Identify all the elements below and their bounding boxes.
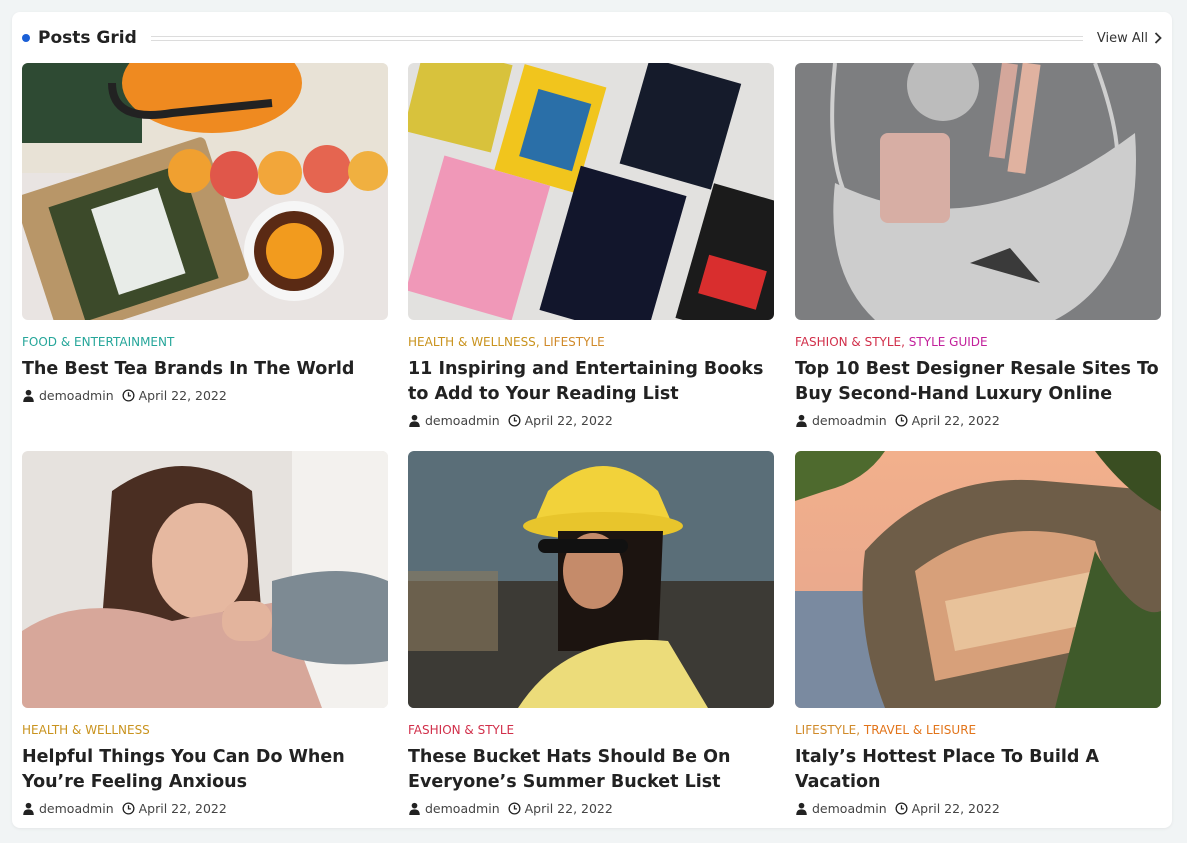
post-categories: HEALTH & WELLNESS [22, 723, 388, 739]
post-categories: FASHION & STYLE, STYLE GUIDE [795, 335, 1161, 351]
post-title[interactable]: Italy’s Hottest Place To Build A Vacatio… [795, 745, 1161, 795]
clock-icon [895, 802, 908, 815]
post-date[interactable]: April 22, 2022 [912, 413, 1000, 428]
books-flatlay-image [408, 63, 774, 320]
post-thumbnail[interactable] [795, 451, 1161, 708]
user-icon [23, 802, 34, 815]
post-categories: FASHION & STYLE [408, 723, 774, 739]
clock-icon [508, 802, 521, 815]
posts-grid-widget: Posts Grid View All FOOD & ENTERTAINMENT… [12, 12, 1172, 828]
post-card: FASHION & STYLE These Bucket Hats Should… [408, 451, 774, 816]
post-meta: demoadmin April 22, 2022 [408, 801, 774, 816]
category-link[interactable]: FASHION & STYLE [408, 723, 514, 737]
category-separator: , [901, 335, 909, 349]
post-meta: demoadmin April 22, 2022 [795, 801, 1161, 816]
post-author[interactable]: demoadmin [812, 801, 887, 816]
clock-icon [122, 802, 135, 815]
header-divider [150, 35, 1083, 41]
user-icon [409, 802, 420, 815]
category-link[interactable]: HEALTH & WELLNESS [408, 335, 536, 349]
anxious-woman-image [22, 451, 388, 708]
category-link[interactable]: TRAVEL & LEISURE [864, 723, 976, 737]
clock-icon [122, 389, 135, 402]
post-card: LIFESTYLE, TRAVEL & LEISURE Italy’s Hott… [795, 451, 1161, 816]
designer-handbag-image [795, 63, 1161, 320]
category-link[interactable]: FASHION & STYLE [795, 335, 901, 349]
post-author[interactable]: demoadmin [425, 413, 500, 428]
yellow-bucket-hat-image [408, 451, 774, 708]
clock-icon [895, 414, 908, 427]
user-icon [796, 802, 807, 815]
post-thumbnail[interactable] [408, 451, 774, 708]
category-link[interactable]: HEALTH & WELLNESS [22, 723, 150, 737]
post-date[interactable]: April 22, 2022 [912, 801, 1000, 816]
view-all-link[interactable]: View All [1097, 31, 1162, 46]
post-card: FASHION & STYLE, STYLE GUIDE Top 10 Best… [795, 63, 1161, 428]
view-all-label: View All [1096, 30, 1148, 46]
post-thumbnail[interactable] [22, 63, 388, 320]
category-link[interactable]: FOOD & ENTERTAINMENT [22, 335, 174, 349]
post-title[interactable]: 11 Inspiring and Entertaining Books to A… [408, 357, 774, 407]
post-author[interactable]: demoadmin [39, 388, 114, 403]
clock-icon [508, 414, 521, 427]
user-icon [796, 414, 807, 427]
post-meta: demoadmin April 22, 2022 [795, 413, 1161, 428]
post-date[interactable]: April 22, 2022 [525, 801, 613, 816]
category-link[interactable]: LIFESTYLE [795, 723, 856, 737]
post-meta: demoadmin April 22, 2022 [22, 801, 388, 816]
section-title: Posts Grid [38, 28, 137, 48]
section-header: Posts Grid View All [22, 26, 1162, 50]
post-thumbnail[interactable] [22, 451, 388, 708]
post-date[interactable]: April 22, 2022 [139, 801, 227, 816]
category-separator: , [856, 723, 864, 737]
post-title[interactable]: The Best Tea Brands In The World [22, 357, 388, 382]
category-link[interactable]: STYLE GUIDE [909, 335, 988, 349]
post-title[interactable]: Top 10 Best Designer Resale Sites To Buy… [795, 357, 1161, 407]
post-author[interactable]: demoadmin [425, 801, 500, 816]
category-link[interactable]: LIFESTYLE [543, 335, 604, 349]
post-thumbnail[interactable] [795, 63, 1161, 320]
post-author[interactable]: demoadmin [39, 801, 114, 816]
user-icon [23, 389, 34, 402]
post-categories: LIFESTYLE, TRAVEL & LEISURE [795, 723, 1161, 739]
post-title[interactable]: These Bucket Hats Should Be On Everyone’… [408, 745, 774, 795]
post-categories: FOOD & ENTERTAINMENT [22, 335, 388, 351]
tea-flatlay-image [22, 63, 388, 320]
post-title[interactable]: Helpful Things You Can Do When You’re Fe… [22, 745, 388, 795]
user-icon [409, 414, 420, 427]
post-card: HEALTH & WELLNESS Helpful Things You Can… [22, 451, 388, 816]
post-thumbnail[interactable] [408, 63, 774, 320]
chevron-right-icon [1154, 32, 1162, 44]
post-date[interactable]: April 22, 2022 [525, 413, 613, 428]
post-author[interactable]: demoadmin [812, 413, 887, 428]
post-date[interactable]: April 22, 2022 [139, 388, 227, 403]
post-meta: demoadmin April 22, 2022 [408, 413, 774, 428]
section-dot-icon [22, 34, 30, 42]
positano-coast-image [795, 451, 1161, 708]
post-card: HEALTH & WELLNESS, LIFESTYLE 11 Inspirin… [408, 63, 774, 428]
post-meta: demoadmin April 22, 2022 [22, 388, 388, 403]
post-categories: HEALTH & WELLNESS, LIFESTYLE [408, 335, 774, 351]
post-card: FOOD & ENTERTAINMENT The Best Tea Brands… [22, 63, 388, 403]
